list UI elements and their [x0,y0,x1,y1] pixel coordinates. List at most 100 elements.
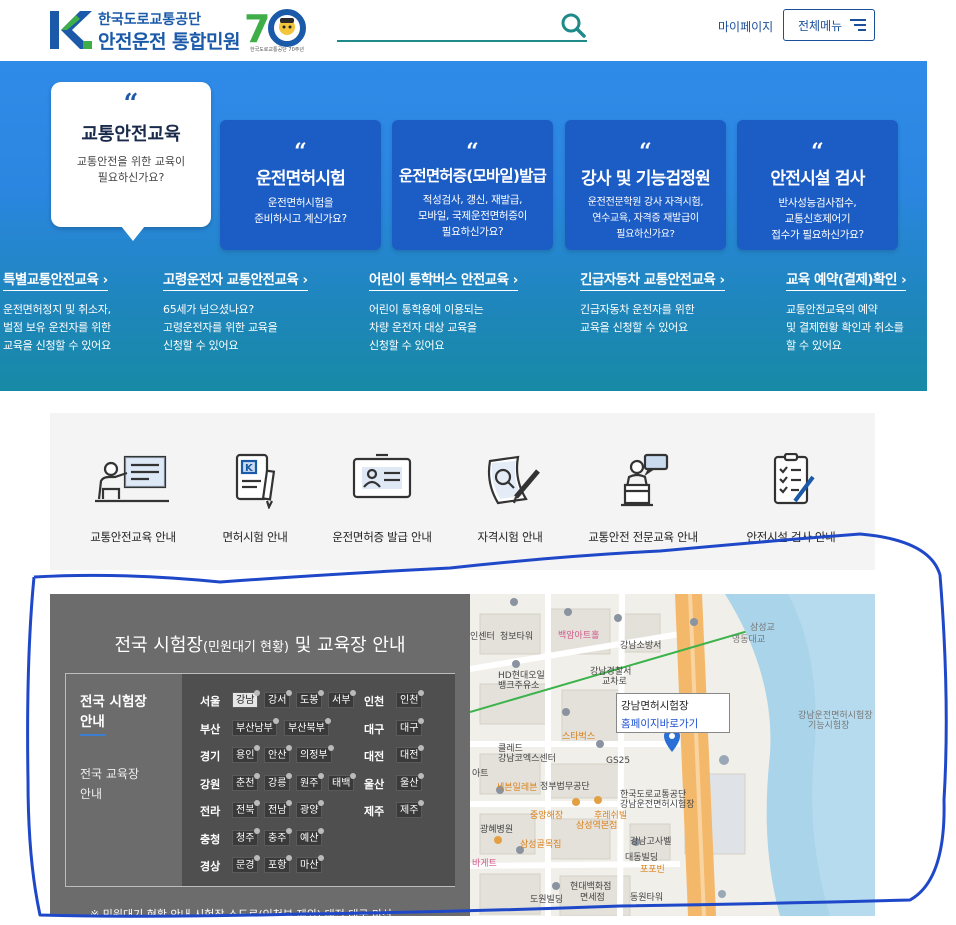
exam-site-button[interactable]: 전남 [264,800,293,818]
exam-site-label: 충주 [268,833,287,844]
desc-line: 교육을 신청할 수 있어요 [580,321,688,334]
region-label: 울산 [364,778,385,791]
exam-site-button[interactable]: 대구 [396,718,425,736]
status-dot-icon [324,718,331,724]
hero-link-desc: 교통안전교육의 예약 및 결제현황 확인과 취소를 할 수 있어요 [786,301,906,355]
desc-line: 적성검사, 갱신, 재발급, [422,194,523,206]
quick-menu-label: 면허시험 안내 [222,530,288,544]
exam-site-button[interactable]: 부산남부 [232,718,279,736]
exam-site-label: 안산 [268,750,287,761]
exam-site-button[interactable]: 원주 [296,773,325,791]
exam-site-label: 울산 [400,778,419,789]
exam-site-label: 광양 [300,805,319,816]
hero-link-desc: 긴급자동차 운전자를 위한 교육을 신청할 수 있어요 [580,301,725,337]
exam-site-button[interactable]: 용인 [232,745,261,763]
desc-line: 어린이 통학용에 이용되는 [369,303,484,316]
exam-site-button[interactable]: 제주 [396,800,425,818]
svg-text:K: K [245,463,254,474]
quick-menu-item-education[interactable]: 교통안전교육 안내 [73,453,193,545]
exam-site-button[interactable]: 청주 [232,828,261,846]
status-dot-icon [318,690,325,696]
exam-site-button[interactable]: 문경 [232,855,261,873]
exam-site-button[interactable]: 춘천 [232,773,261,791]
service-name[interactable]: 안전운전 통합민원 [98,27,240,54]
exam-site-button[interactable]: 태백 [328,773,357,791]
exam-site-panel: 전국 시험장(민원대기 현황) 및 교육장 안내 전국 시험장 안내 전국 교육… [50,594,470,916]
hero-link-school-bus-education[interactable]: 어린이 통학버스 안전교육 › 어린이 통학용에 이용되는 차량 운전자 대상 … [369,268,518,355]
exam-site-button[interactable]: 포항 [264,855,293,873]
desc-line: 필요하신가요? [616,229,675,240]
desc-line: 신청할 수 있어요 [163,339,239,352]
status-dot-icon [254,745,261,751]
service-card-license-issue[interactable]: “ 운전면허증(모바일)발급 적성검사, 갱신, 재발급, 모바일, 국제운전면… [392,120,553,250]
hero-link-title: 특별교통안전교육 › [3,268,108,291]
featured-card-traffic-education[interactable]: “ 교통안전교육 교통안전을 위한 교육이 필요하신가요? [51,82,211,241]
map-place-label: 포포빈 [640,865,665,875]
koroad-logo-icon[interactable] [50,11,92,49]
hero-link-emergency-vehicle-education[interactable]: 긴급자동차 교통안전교육 › 긴급자동차 운전자를 위한 교육을 신청할 수 있… [580,268,725,337]
service-card-safety-facility[interactable]: “ 안전시설 검사 반사성능검사접수, 교통신호제어기 접수가 필요하신가요? [737,120,898,250]
search-icon[interactable] [560,12,586,38]
hero-link-senior-education[interactable]: 고령운전자 교통안전교육 › 65세가 넘으셨나요? 고령운전자를 위한 교육을… [163,268,308,355]
location-map[interactable]: 인센터 청보타워 백암아트홀 강남소방서 강남경찰서 교차로 HD현대오일 뱅크주유소 영동대교… [470,594,875,916]
service-card-title: 운전면허시험 [255,169,346,189]
service-card-desc: 운전면허시험을 준비하시고 계신가요? [220,195,381,227]
exam-site-button[interactable]: 마산 [296,855,325,873]
hero-link-title: 긴급자동차 교통안전교육 › [580,268,725,291]
exam-site-button[interactable]: 충주 [264,828,293,846]
status-dot-icon [286,745,293,751]
exam-site-button[interactable]: 서부 [328,690,357,708]
status-dot-icon [350,773,357,779]
map-popup: 강남면허시험장 홈페이지바로가기 [616,693,730,733]
exam-site-button[interactable]: 도봉 [296,690,325,708]
exam-site-button[interactable]: 강릉 [264,773,293,791]
exam-site-button[interactable]: 예산 [296,828,325,846]
service-card-title: 안전시설 검사 [770,169,865,189]
exam-site-button[interactable]: 안산 [264,745,293,763]
tab-national-exam-sites[interactable]: 전국 시험장 안내 [80,692,147,736]
desc-line: 접수가 필요하신가요? [771,229,864,241]
all-menu-button[interactable]: 전체메뉴 [783,9,875,41]
exam-site-label: 용인 [236,750,255,761]
desc-line: 준비하시고 계신가요? [254,213,347,225]
exam-site-button[interactable]: 대전 [396,745,425,763]
quick-menu-item-safety-inspection[interactable]: 안전시설 검사 안내 [731,453,851,545]
service-card-instructor[interactable]: “ 강사 및 기능검정원 운전전문학원 강사 자격시험, 연수교육, 자격증 재… [565,120,726,250]
hero-link-booking-check[interactable]: 교육 예약(결제)확인 › 교통안전교육의 예약 및 결제현황 확인과 취소를 … [786,268,907,355]
exam-site-button[interactable]: 강남 [232,690,261,708]
exam-site-button[interactable]: 전북 [232,800,261,818]
speaker-podium-icon [621,453,669,507]
quote-icon: “ [294,139,307,165]
desc-line: 긴급자동차 운전자를 위한 [580,303,695,316]
exam-site-button[interactable]: 강서 [264,690,293,708]
map-place-label: 강남코엑스센터 [498,754,556,764]
exam-site-button[interactable]: 울산 [396,773,425,791]
hero-link-special-education[interactable]: 특별교통안전교육 › 운전면허정지 및 취소자, 벌점 보유 운전자를 위한 교… [3,268,111,355]
exam-site-button[interactable]: 광양 [296,800,325,818]
exam-site-button[interactable]: 인천 [396,690,425,708]
quick-menu-item-professional-education[interactable]: 교통안전 전문교육 안내 [583,453,703,545]
status-dot-icon [286,690,293,696]
desc-line: 교통신호제어기 [784,213,851,225]
search-input[interactable] [337,40,587,42]
map-place-label: 인센터 [470,632,495,642]
quick-menu-item-license-exam[interactable]: K 면허시험 안내 [195,453,315,545]
map-place-label: 강남고사벨 [630,837,672,847]
region-label: 강원 [200,778,221,791]
tab-national-education-sites[interactable]: 전국 교육장 안내 [80,764,139,804]
region-label: 부산 [200,723,221,736]
quick-menu-item-qualification-exam[interactable]: 자격시험 안내 [450,453,570,545]
status-dot-icon [254,690,261,696]
map-popup-homepage-link[interactable]: 홈페이지바로가기 [621,716,725,731]
service-card-license-exam[interactable]: “ 운전면허시험 운전면허시험을 준비하시고 계신가요? [220,120,381,250]
map-place-label: 교차로 [602,677,627,687]
map-place-label: 백암아트홀 [558,631,600,641]
exam-site-button[interactable]: 의정부 [296,745,334,763]
quick-menu-label: 교통안전 전문교육 안내 [588,530,698,544]
quick-menu-item-license-issue[interactable]: 운전면허증 발급 안내 [322,453,442,545]
status-dot-icon [418,800,425,806]
mypage-link[interactable]: 마이페이지 [718,18,773,35]
desc-line: 모바일, 국제운전면허증이 [417,210,528,222]
quote-icon: “ [811,139,824,165]
exam-site-button[interactable]: 부산북부 [284,718,331,736]
